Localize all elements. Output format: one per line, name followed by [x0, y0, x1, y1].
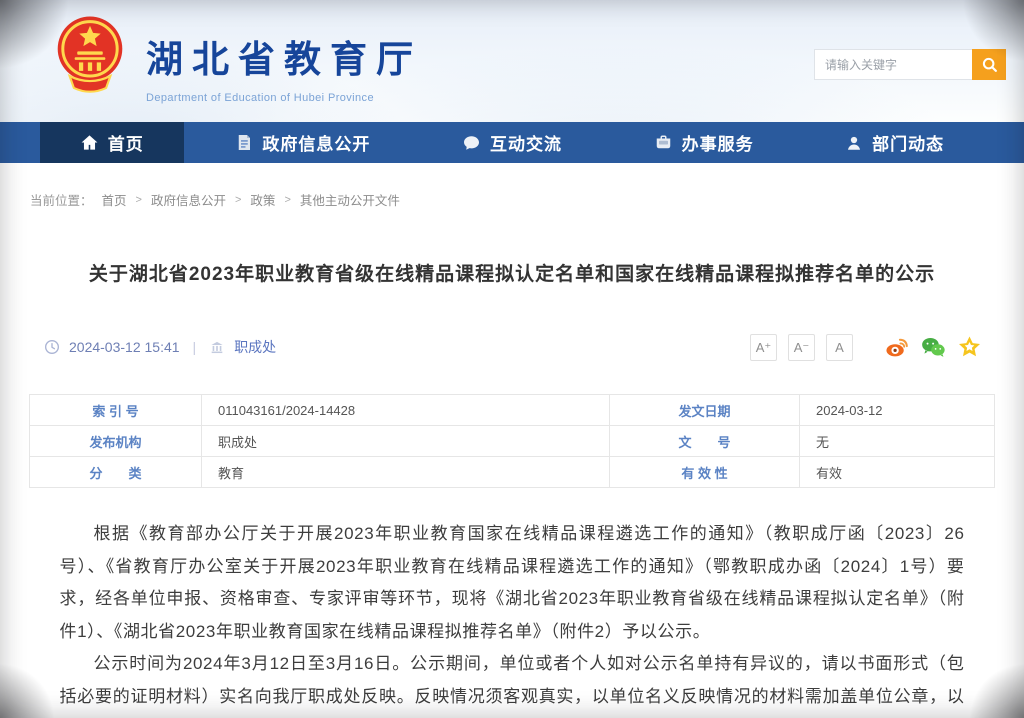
meta-label-issuing-agency: 发布机构 — [30, 426, 202, 457]
home-icon — [80, 133, 99, 152]
site-logo[interactable]: 湖北省教育厅 Department of Education of Hubei … — [56, 10, 422, 108]
nav-item-interaction[interactable]: 互动交流 — [422, 122, 602, 163]
article-paragraph: 公示时间为2024年3月12日至3月16日。公示期间，单位或者个人如对公示名单持… — [60, 648, 965, 718]
article-meta-tools: A⁺ A⁻ A — [750, 334, 982, 361]
nav-item-gov-info[interactable]: 政府信息公开 — [195, 122, 410, 163]
font-increase-button[interactable]: A⁺ — [750, 334, 777, 361]
font-decrease-button[interactable]: A⁻ — [788, 334, 815, 361]
article-title: 关于湖北省2023年职业教育省级在线精品课程拟认定名单和国家在线精品课程拟推荐名… — [0, 259, 1024, 286]
table-row: 分 类 教育 有 效 性 有效 — [30, 457, 995, 488]
search-button[interactable] — [972, 49, 1006, 80]
search-icon — [981, 56, 998, 73]
page: 湖北省教育厅 Department of Education of Hubei … — [0, 0, 1024, 718]
meta-value-validity: 有效 — [800, 457, 995, 488]
wechat-icon[interactable] — [921, 335, 946, 360]
breadcrumb: 当前位置： 首页 > 政府信息公开 > 政策 > 其他主动公开文件 — [30, 190, 1024, 209]
breadcrumb-separator: > — [284, 194, 290, 206]
chat-icon — [462, 134, 481, 152]
nav-item-label: 首页 — [108, 130, 144, 155]
nav-item-label: 互动交流 — [490, 130, 562, 155]
meta-label-issue-date: 发文日期 — [610, 395, 800, 426]
nav-item-label: 政府信息公开 — [262, 130, 370, 155]
favorite-star-icon[interactable] — [957, 335, 982, 360]
article-meta-left: 2024-03-12 15:41 | 职成处 — [44, 337, 276, 357]
article-meta-row: 2024-03-12 15:41 | 职成处 A⁺ A⁻ A — [44, 332, 982, 362]
font-reset-button[interactable]: A — [826, 334, 853, 361]
meta-label-document-number: 文 号 — [610, 426, 800, 457]
breadcrumb-link-policy[interactable]: 政策 — [250, 190, 275, 209]
building-icon — [209, 340, 225, 355]
site-header: 湖北省教育厅 Department of Education of Hubei … — [0, 0, 1024, 122]
meta-value-document-number: 无 — [800, 426, 995, 457]
document-icon — [235, 133, 253, 152]
meta-label-index-number: 索 引 号 — [30, 395, 202, 426]
breadcrumb-prefix: 当前位置： — [30, 190, 93, 209]
search-box — [814, 49, 1006, 80]
breadcrumb-link-other-docs[interactable]: 其他主动公开文件 — [300, 190, 400, 209]
breadcrumb-separator: > — [235, 194, 241, 206]
nav-item-label: 部门动态 — [872, 130, 944, 155]
site-subtitle: Department of Education of Hubei Provinc… — [146, 92, 422, 104]
meta-separator: | — [193, 339, 197, 355]
article-paragraph: 根据《教育部办公厅关于开展2023年职业教育国家在线精品课程遴选工作的通知》（教… — [60, 518, 965, 648]
site-title: 湖北省教育厅 — [146, 29, 422, 83]
document-meta-table: 索 引 号 011043161/2024-14428 发文日期 2024-03-… — [29, 394, 995, 488]
table-row: 索 引 号 011043161/2024-14428 发文日期 2024-03-… — [30, 395, 995, 426]
breadcrumb-link-gov-info[interactable]: 政府信息公开 — [151, 190, 226, 209]
briefcase-icon — [654, 134, 673, 152]
nav-item-department-news[interactable]: 部门动态 — [805, 122, 984, 163]
nav-item-home[interactable]: 首页 — [40, 122, 184, 163]
person-icon — [845, 134, 863, 152]
national-emblem-icon — [56, 10, 124, 108]
nav-item-label: 办事服务 — [682, 130, 754, 155]
clock-icon — [44, 339, 60, 355]
search-input[interactable] — [814, 49, 972, 80]
article-datetime: 2024-03-12 15:41 — [69, 339, 180, 355]
weibo-icon[interactable] — [885, 335, 910, 360]
meta-value-index-number: 011043161/2024-14428 — [202, 395, 610, 426]
nav-item-services[interactable]: 办事服务 — [614, 122, 794, 163]
main-nav: 首页 政府信息公开 互动交流 — [0, 122, 1024, 163]
meta-value-category: 教育 — [202, 457, 610, 488]
table-row: 发布机构 职成处 文 号 无 — [30, 426, 995, 457]
meta-value-issuing-agency: 职成处 — [202, 426, 610, 457]
meta-value-issue-date: 2024-03-12 — [800, 395, 995, 426]
breadcrumb-separator: > — [136, 194, 142, 206]
breadcrumb-link-home[interactable]: 首页 — [102, 190, 127, 209]
article-source[interactable]: 职成处 — [234, 337, 276, 357]
meta-label-validity: 有 效 性 — [610, 457, 800, 488]
article-body: 根据《教育部办公厅关于开展2023年职业教育国家在线精品课程遴选工作的通知》（教… — [60, 518, 965, 718]
meta-label-category: 分 类 — [30, 457, 202, 488]
